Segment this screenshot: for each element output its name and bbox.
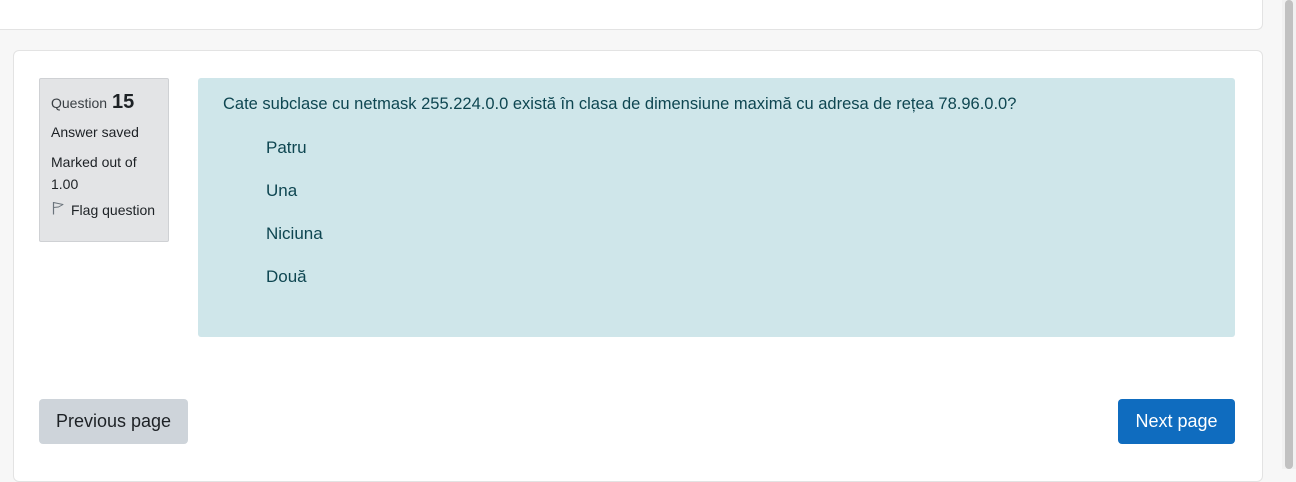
question-content: Cate subclase cu netmask 255.224.0.0 exi… (198, 78, 1235, 337)
answer-list: Patru Una Niciuna Două (266, 138, 1210, 287)
next-page-button[interactable]: Next page (1118, 399, 1235, 444)
answer-label: Patru (266, 138, 307, 157)
previous-page-button[interactable]: Previous page (39, 399, 188, 444)
previous-question-card (0, 0, 1263, 30)
question-grade: Marked out of 1.00 (51, 154, 137, 192)
answer-option[interactable]: Una (266, 181, 1210, 201)
flag-question-label: Flag question (71, 201, 156, 218)
question-text: Cate subclase cu netmask 255.224.0.0 exi… (223, 95, 1017, 113)
question-number-value: 15 (112, 91, 135, 113)
question-number: Question 15 (51, 91, 158, 114)
answer-option[interactable]: Două (266, 267, 1210, 287)
answer-label: Două (266, 267, 307, 286)
answer-label: Niciuna (266, 224, 323, 243)
answer-label: Una (266, 181, 298, 200)
flag-icon (51, 201, 65, 218)
question-number-label: Question (51, 95, 108, 111)
scrollbar-thumb[interactable] (1285, 0, 1293, 469)
answer-option[interactable]: Niciuna (266, 224, 1210, 244)
answer-option[interactable]: Patru (266, 138, 1210, 158)
question-info-panel: Question 15 Answer saved Marked out of 1… (39, 78, 169, 242)
question-state: Answer saved (51, 124, 139, 140)
vertical-scrollbar[interactable] (1282, 0, 1296, 469)
flag-question-button[interactable]: Flag question (51, 201, 158, 218)
